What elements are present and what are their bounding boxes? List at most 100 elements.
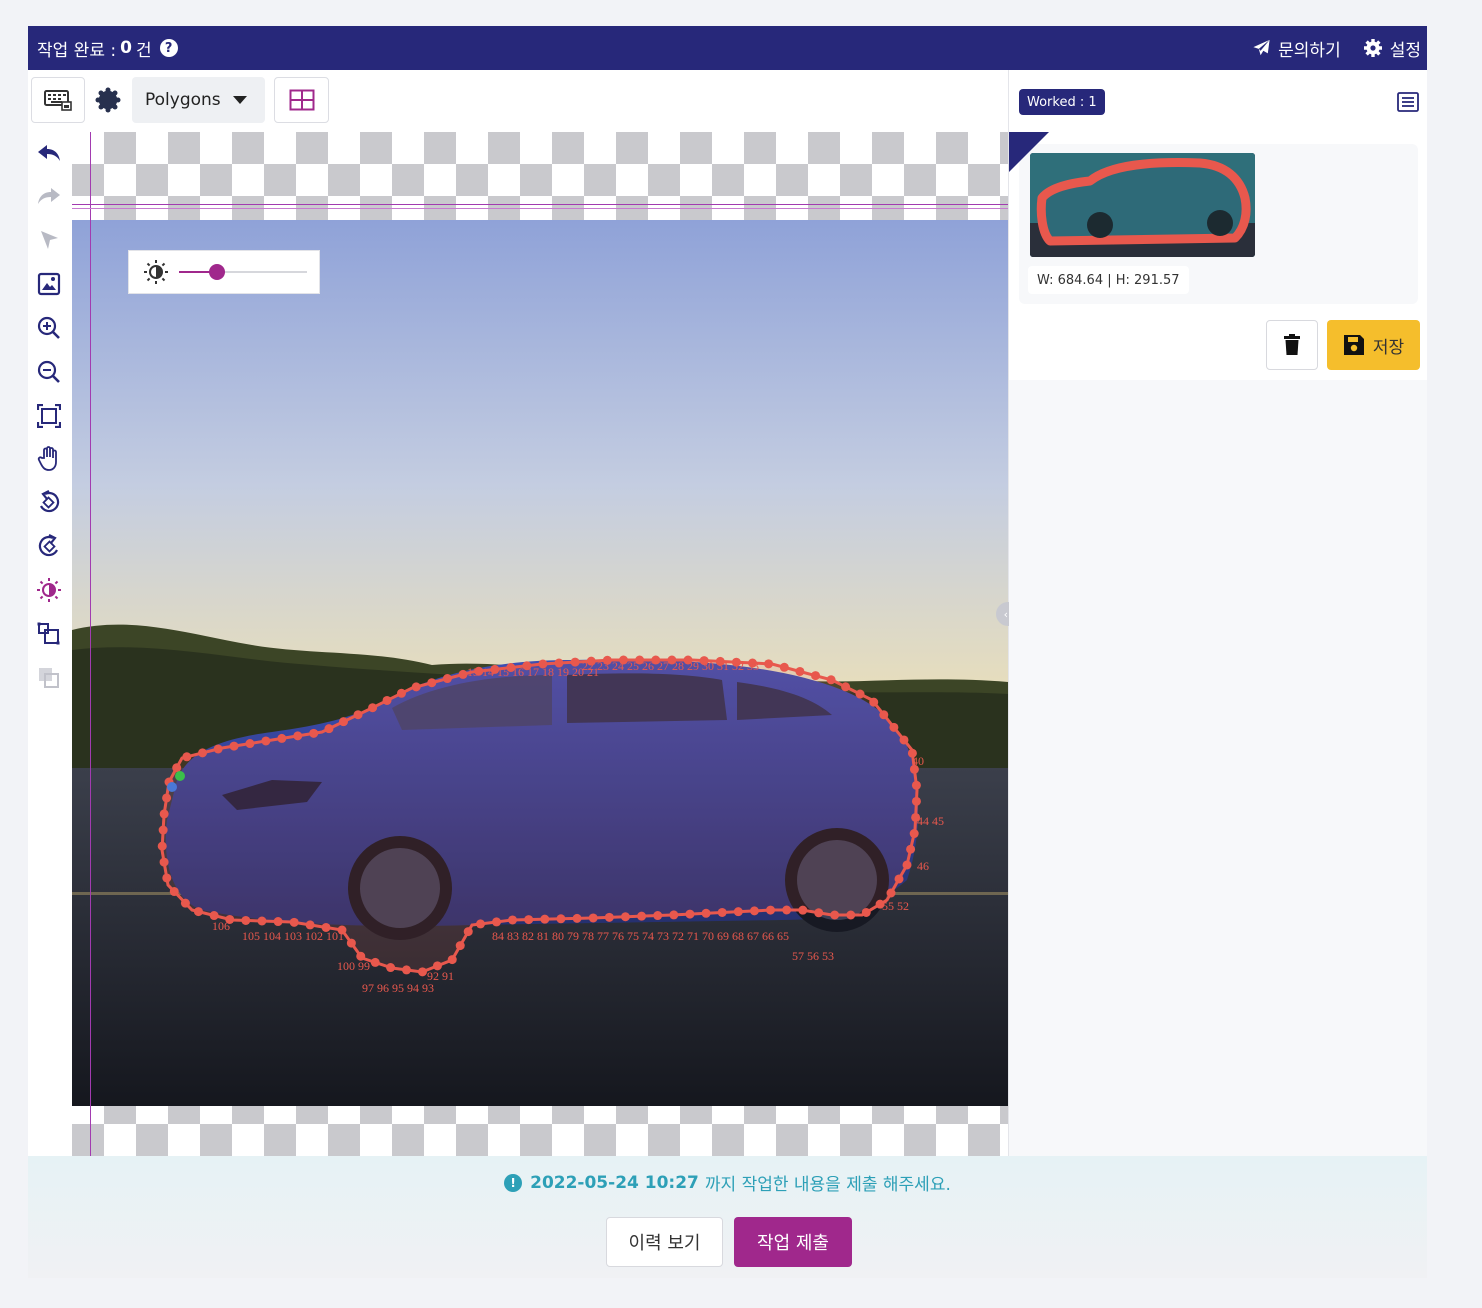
polygon-vertex[interactable] — [604, 912, 614, 922]
polygon-vertex[interactable] — [162, 873, 172, 883]
pan-button[interactable] — [35, 445, 63, 473]
polygon-vertex[interactable] — [197, 748, 207, 758]
polygon-vertex[interactable] — [841, 682, 851, 692]
polygon-vertex[interactable] — [157, 841, 167, 851]
fit-screen-button[interactable] — [35, 402, 63, 430]
polygon-vertex[interactable] — [339, 717, 349, 727]
polygon-vertex[interactable] — [779, 662, 789, 672]
polygon-vertex[interactable] — [273, 917, 283, 927]
polygon-vertex[interactable] — [749, 906, 759, 916]
polygon-vertex[interactable] — [261, 736, 271, 746]
polygon-vertex[interactable] — [717, 907, 727, 917]
inquiry-button[interactable]: 문의하기 — [1252, 36, 1341, 61]
polygon-vertex[interactable] — [855, 689, 865, 699]
save-button[interactable]: 저장 — [1327, 320, 1420, 370]
polygon-vertex[interactable] — [277, 733, 287, 743]
grid-toggle-button[interactable] — [274, 77, 329, 123]
annotation-thumbnail[interactable] — [1030, 153, 1255, 257]
polygon-vertex[interactable] — [861, 907, 871, 917]
polygon-vertex[interactable] — [368, 703, 378, 713]
polygon-vertex[interactable] — [911, 780, 921, 790]
polygon-vertex[interactable] — [909, 829, 919, 839]
polygon-vertex[interactable] — [556, 914, 566, 924]
polygon-vertex[interactable] — [540, 914, 550, 924]
polygon-vertex[interactable] — [455, 941, 465, 951]
polygon-vertex[interactable] — [411, 682, 421, 692]
shape-mode-dropdown[interactable]: Polygons — [132, 77, 265, 123]
polygon-vertex[interactable] — [158, 825, 168, 835]
polygon-vertex[interactable] — [162, 793, 172, 803]
polygon-vertex[interactable] — [524, 915, 534, 925]
polygon-vertex[interactable] — [476, 919, 486, 929]
polygon-vertex[interactable] — [172, 763, 182, 773]
polygon-vertex[interactable] — [213, 744, 223, 754]
polygon-vertex[interactable] — [899, 735, 909, 745]
rotate-left-button[interactable] — [35, 488, 63, 516]
polygon-vertex[interactable] — [572, 913, 582, 923]
polygon-vertex[interactable] — [902, 860, 912, 870]
polygon-vertex[interactable] — [620, 912, 630, 922]
polygon-vertex[interactable] — [508, 915, 518, 925]
polygon-vertex[interactable] — [417, 967, 427, 977]
polygon-vertex[interactable] — [346, 938, 356, 948]
brightness-slider[interactable] — [179, 262, 307, 282]
polygon-vertex[interactable] — [353, 710, 363, 720]
polygon-vertex[interactable] — [814, 908, 824, 918]
polygon-vertex[interactable] — [830, 910, 840, 920]
delete-button[interactable] — [1266, 320, 1318, 370]
polygon-vertex[interactable] — [879, 710, 889, 720]
rotate-right-button[interactable] — [35, 532, 63, 560]
settings-button[interactable]: 설정 — [1363, 36, 1421, 61]
polygon-vertex[interactable] — [766, 905, 776, 915]
polygon-vertex[interactable] — [180, 898, 190, 908]
polygon-vertex[interactable] — [159, 809, 169, 819]
polygon-vertex[interactable] — [402, 965, 412, 975]
undo-button[interactable] — [35, 139, 63, 167]
polygon-vertex[interactable] — [811, 671, 821, 681]
polygon-vertex[interactable] — [889, 722, 899, 732]
polygon-vertex[interactable] — [669, 910, 679, 920]
polygon-vertex[interactable] — [906, 844, 916, 854]
select-button[interactable] — [35, 226, 63, 254]
polygon-vertex[interactable] — [257, 916, 267, 926]
polygon-vertex[interactable] — [764, 659, 774, 669]
polygon-vertex[interactable] — [588, 913, 598, 923]
polygon-vertex[interactable] — [182, 752, 192, 762]
polygon-vertex[interactable] — [447, 955, 457, 965]
polygon-vertex[interactable] — [637, 911, 647, 921]
slider-thumb[interactable] — [209, 264, 226, 280]
polygon-vertex[interactable] — [463, 927, 473, 937]
polygon-vertex[interactable] — [911, 796, 921, 806]
polygon-vertex[interactable] — [289, 917, 299, 927]
polygon-vertex[interactable] — [396, 688, 406, 698]
polygon-vertex[interactable] — [241, 915, 251, 925]
polygon-vertex[interactable] — [193, 907, 203, 917]
polygon-vertex[interactable] — [846, 910, 856, 920]
zoom-in-button[interactable] — [35, 314, 63, 342]
polygon-vertex[interactable] — [733, 907, 743, 917]
polygon-vertex[interactable] — [826, 675, 836, 685]
redo-button[interactable] — [35, 182, 63, 210]
crop-button[interactable] — [35, 620, 63, 648]
polygon-vertex[interactable] — [293, 731, 303, 741]
polygon-vertex[interactable] — [245, 739, 255, 749]
polygon-vertex[interactable] — [386, 963, 396, 973]
polygon-vertex[interactable] — [685, 909, 695, 919]
polygon-vertex[interactable] — [370, 957, 380, 967]
polygon-vertex[interactable] — [782, 905, 792, 915]
brightness-tool-button[interactable] — [35, 576, 63, 604]
polygon-vertex[interactable] — [795, 666, 805, 676]
polygon-vertex[interactable] — [798, 905, 808, 915]
polygon-vertex[interactable] — [869, 697, 879, 707]
polygon-vertex[interactable] — [382, 695, 392, 705]
history-button[interactable]: 이력 보기 — [606, 1217, 723, 1267]
polygon-vertex[interactable] — [427, 678, 437, 688]
polygon-vertex[interactable] — [169, 887, 179, 897]
annotation-canvas[interactable]: 13 14 15 16 17 18 19 20 21 22 23 24 25 2… — [72, 132, 1008, 1156]
help-icon[interactable]: ? — [159, 39, 178, 57]
polygon-vertex[interactable] — [492, 917, 502, 927]
polygon-vertex[interactable] — [653, 911, 663, 921]
polygon-vertex[interactable] — [442, 674, 452, 684]
polygon-vertex[interactable] — [159, 857, 169, 867]
polygon-vertex[interactable] — [886, 888, 896, 898]
